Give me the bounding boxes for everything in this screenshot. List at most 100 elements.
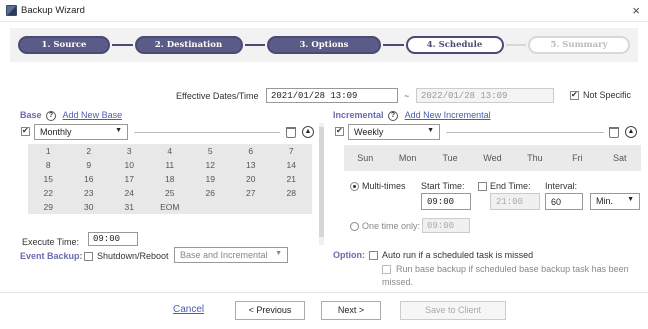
incremental-help-icon[interactable]: ? xyxy=(388,110,399,121)
step-connector xyxy=(112,44,133,46)
base-section-title: Base ? Add New Base xyxy=(20,110,122,121)
weekday-sat[interactable]: Sat xyxy=(599,145,641,171)
day-cell[interactable]: 27 xyxy=(231,186,272,200)
add-new-incremental-link[interactable]: Add New Incremental xyxy=(405,110,491,120)
step-connector xyxy=(505,44,526,46)
not-specific-option[interactable]: Not Specific xyxy=(570,90,631,100)
day-cell[interactable]: 22 xyxy=(28,186,69,200)
day-cell[interactable]: 24 xyxy=(109,186,150,200)
day-cell[interactable]: EOM xyxy=(150,200,191,214)
step-connector xyxy=(244,44,265,46)
scrollbar[interactable] xyxy=(319,123,324,245)
multi-times-radio[interactable] xyxy=(350,182,359,191)
day-cell[interactable]: 25 xyxy=(150,186,191,200)
scrollbar-thumb[interactable] xyxy=(319,127,324,237)
end-time-label: End Time: xyxy=(490,181,531,191)
day-cell[interactable]: 9 xyxy=(69,158,110,172)
incremental-frequency-select[interactable]: Weekly ▼ xyxy=(348,124,440,140)
divider xyxy=(446,132,604,133)
divider xyxy=(134,132,280,133)
event-backup-mode-select: Base and Incremental ▼ xyxy=(174,247,288,263)
day-cell[interactable]: 15 xyxy=(28,172,69,186)
day-cell[interactable]: 3 xyxy=(109,144,150,158)
day-cell[interactable]: 28 xyxy=(271,186,312,200)
day-cell[interactable]: 5 xyxy=(190,144,231,158)
collapse-icon[interactable]: ▲ xyxy=(302,126,314,138)
run-base-label-cont: missed. xyxy=(382,277,414,287)
day-cell[interactable]: 14 xyxy=(271,158,312,172)
interval-unit-select[interactable]: Min. ▼ xyxy=(590,193,640,210)
day-cell[interactable]: 4 xyxy=(150,144,191,158)
day-cell[interactable]: 21 xyxy=(271,172,312,186)
day-cell[interactable]: 23 xyxy=(69,186,110,200)
one-time-field: 09:00 xyxy=(422,218,470,233)
base-enable-checkbox[interactable] xyxy=(21,126,30,136)
start-time-field[interactable]: 09:00 xyxy=(421,193,471,210)
day-cell[interactable]: 29 xyxy=(28,200,69,214)
trash-icon[interactable] xyxy=(609,127,619,138)
interval-unit-value: Min. xyxy=(596,196,614,206)
one-time-radio[interactable] xyxy=(350,222,359,231)
day-cell[interactable]: 8 xyxy=(28,158,69,172)
weekday-mon[interactable]: Mon xyxy=(386,145,428,171)
previous-button[interactable]: < Previous xyxy=(235,301,305,320)
end-datetime-field: 2022/01/28 13:09 xyxy=(416,88,554,103)
day-cell[interactable]: 31 xyxy=(109,200,150,214)
title-bar: Backup Wizard × xyxy=(0,0,648,22)
weekday-thu[interactable]: Thu xyxy=(514,145,556,171)
day-cell[interactable]: 11 xyxy=(150,158,191,172)
shutdown-label: Shutdown/Reboot xyxy=(97,251,169,261)
next-button[interactable]: Next > xyxy=(321,301,381,320)
step-schedule[interactable]: 4. Schedule xyxy=(405,36,504,54)
collapse-icon[interactable]: ▲ xyxy=(625,126,637,138)
day-cell[interactable]: 1 xyxy=(28,144,69,158)
day-cell[interactable]: 19 xyxy=(190,172,231,186)
day-cell[interactable]: 10 xyxy=(109,158,150,172)
day-cell[interactable]: 13 xyxy=(231,158,272,172)
trash-icon[interactable] xyxy=(286,127,296,138)
interval-field[interactable]: 60 xyxy=(545,193,583,210)
event-backup-label: Event Backup: xyxy=(20,251,83,261)
start-datetime-field[interactable]: 2021/01/28 13:09 xyxy=(266,88,398,103)
option-label: Option: xyxy=(333,250,365,260)
weekday-wed[interactable]: Wed xyxy=(471,145,513,171)
base-frequency-select[interactable]: Monthly ▼ xyxy=(34,124,128,140)
chevron-down-icon: ▼ xyxy=(115,127,122,134)
auto-run-checkbox[interactable] xyxy=(369,251,378,260)
step-options[interactable]: 3. Options xyxy=(267,36,381,54)
weekday-sun[interactable]: Sun xyxy=(344,145,386,171)
day-of-month-grid: 1 2 3 4 5 6 7 8 9 10 11 12 13 14 15 16 17 18 19 20 21 22 23 24 2… xyxy=(28,144,312,214)
cancel-link[interactable]: Cancel xyxy=(173,304,204,315)
wizard-steps: 1. Source 2. Destination 3. Options 4. S… xyxy=(10,28,638,62)
day-cell[interactable]: 17 xyxy=(109,172,150,186)
day-cell[interactable]: 30 xyxy=(69,200,110,214)
step-connector xyxy=(383,44,404,46)
incremental-enable-checkbox[interactable] xyxy=(335,126,344,136)
add-new-base-link[interactable]: Add New Base xyxy=(63,110,123,120)
day-cell[interactable]: 16 xyxy=(69,172,110,186)
step-summary: 5. Summary xyxy=(528,36,630,54)
day-cell[interactable]: 26 xyxy=(190,186,231,200)
day-cell[interactable]: 6 xyxy=(231,144,272,158)
day-cell[interactable]: 12 xyxy=(190,158,231,172)
shutdown-checkbox[interactable] xyxy=(84,252,93,261)
not-specific-label: Not Specific xyxy=(583,90,632,100)
weekday-selector: Sun Mon Tue Wed Thu Fri Sat xyxy=(344,145,641,171)
effective-dates-row: Effective Dates/Time 2021/01/28 13:09 ~ … xyxy=(0,87,648,105)
step-destination[interactable]: 2. Destination xyxy=(134,36,243,54)
weekday-tue[interactable]: Tue xyxy=(429,145,471,171)
day-cell[interactable]: 18 xyxy=(150,172,191,186)
weekday-fri[interactable]: Fri xyxy=(556,145,598,171)
not-specific-checkbox[interactable] xyxy=(570,90,579,100)
chevron-down-icon: ▼ xyxy=(427,127,434,134)
one-time-label: One time only: xyxy=(362,221,421,231)
day-cell[interactable]: 7 xyxy=(271,144,312,158)
day-cell[interactable]: 2 xyxy=(69,144,110,158)
end-time-checkbox[interactable] xyxy=(478,182,487,191)
chevron-down-icon: ▼ xyxy=(275,250,282,257)
base-help-icon[interactable]: ? xyxy=(46,110,57,121)
step-source[interactable]: 1. Source xyxy=(18,36,110,54)
close-icon[interactable]: × xyxy=(630,4,642,17)
day-cell[interactable]: 20 xyxy=(231,172,272,186)
execute-time-field[interactable]: 09:00 xyxy=(88,232,138,246)
